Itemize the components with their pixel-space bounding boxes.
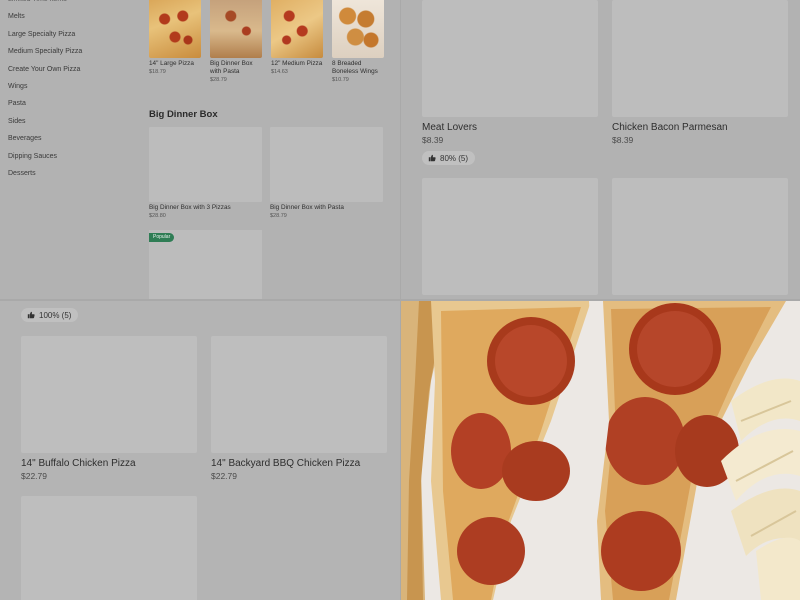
pizza-slices-illustration (401, 301, 800, 600)
menu-item-card[interactable] (422, 178, 598, 295)
zoomed-menu-grid-bottom: 100% (5) 14" Buffalo Chicken Pizza $22.7… (0, 301, 400, 600)
thumbs-up-icon (428, 154, 436, 162)
rating-badge: 80% (5) (422, 151, 476, 165)
pizza-photo (401, 301, 800, 600)
sidebar-item-create-your-own-pizza[interactable]: Create Your Own Pizza (8, 65, 138, 82)
rating-badge-wrapper: 100% (5) (21, 306, 79, 324)
sidebar-item-melts[interactable]: Melts (8, 12, 138, 29)
rating-badge: 100% (5) (21, 308, 79, 322)
rating-text: 100% (5) (39, 310, 72, 320)
item-price: $28.79 (210, 77, 227, 83)
menu-item-card[interactable] (612, 178, 788, 295)
item-photo (210, 0, 262, 58)
item-photo-placeholder (21, 496, 197, 600)
item-photo-placeholder (612, 0, 788, 117)
thumbs-up-icon (27, 311, 35, 319)
menu-item-card[interactable]: Big Dinner Box with 3 Pizzas $28.80 (149, 127, 262, 220)
item-price: $10.79 (332, 77, 349, 83)
menu-overview-panel: Limited Time Items Melts Large Specialty… (0, 0, 400, 299)
menu-item-card[interactable]: Meat Lovers $8.39 80% (5) (422, 0, 598, 167)
featured-item-card[interactable]: 12" Medium Pizza $14.63 (271, 0, 323, 76)
item-photo (149, 0, 201, 58)
item-name: Big Dinner Box with Pasta (210, 60, 253, 75)
item-name: Big Dinner Box with Pasta (270, 204, 344, 211)
item-price: $28.79 (270, 213, 287, 219)
item-price: $18.79 (149, 69, 166, 75)
item-price: $8.39 (422, 135, 444, 145)
item-name: 8 Breaded Boneless Wings (332, 60, 378, 75)
menu-item-card[interactable]: 14" Backyard BBQ Chicken Pizza $22.79 (211, 336, 387, 482)
item-name: 14" Buffalo Chicken Pizza (21, 458, 136, 469)
sidebar-item-wings[interactable]: Wings (8, 82, 138, 99)
item-price: $22.79 (211, 471, 237, 481)
category-sidebar: Limited Time Items Melts Large Specialty… (8, 0, 138, 186)
sidebar-item-pasta[interactable]: Pasta (8, 99, 138, 116)
item-photo-placeholder (612, 178, 788, 295)
sidebar-item-sides[interactable]: Sides (8, 117, 138, 134)
item-photo-placeholder (422, 0, 598, 117)
sidebar-item-large-specialty-pizza[interactable]: Large Specialty Pizza (8, 30, 138, 47)
item-price: $14.63 (271, 69, 288, 75)
sidebar-item-limited-time[interactable]: Limited Time Items (8, 0, 138, 12)
item-photo (332, 0, 384, 58)
sidebar-item-beverages[interactable]: Beverages (8, 134, 138, 151)
item-name: 12" Medium Pizza (271, 60, 323, 67)
sidebar-item-dipping-sauces[interactable]: Dipping Sauces (8, 152, 138, 169)
menu-item-card[interactable]: Chicken Bacon Parmesan $8.39 (612, 0, 788, 146)
item-name: 14" Backyard BBQ Chicken Pizza (211, 458, 361, 469)
item-price: $22.79 (21, 471, 47, 481)
item-photo-placeholder (21, 336, 197, 453)
section-title-big-dinner-box: Big Dinner Box (149, 109, 218, 120)
item-name: Chicken Bacon Parmesan (612, 122, 728, 133)
item-photo (271, 0, 323, 58)
item-photo-placeholder (270, 127, 383, 202)
rating-text: 80% (5) (440, 153, 469, 163)
featured-item-card[interactable]: 8 Breaded Boneless Wings $10.79 (332, 0, 384, 84)
item-photo-placeholder (211, 336, 387, 453)
menu-item-card[interactable]: Big Dinner Box with Pasta $28.79 (270, 127, 383, 220)
sidebar-item-desserts[interactable]: Desserts (8, 169, 138, 186)
item-name: Meat Lovers (422, 122, 478, 133)
popular-badge: Popular (149, 233, 175, 242)
item-name: Big Dinner Box with 3 Pizzas (149, 204, 231, 211)
featured-item-card[interactable]: Big Dinner Box with Pasta $28.79 (210, 0, 262, 84)
menu-item-card[interactable]: Popular (149, 230, 262, 299)
item-price: $28.80 (149, 213, 166, 219)
item-photo-placeholder (149, 127, 262, 202)
zoomed-menu-grid-top: Meat Lovers $8.39 80% (5) Chicken Bacon … (401, 0, 800, 299)
featured-item-card[interactable]: 14" Large Pizza $18.79 (149, 0, 201, 76)
menu-item-card[interactable] (21, 496, 197, 600)
item-name: 14" Large Pizza (149, 60, 194, 67)
menu-item-card[interactable]: 14" Buffalo Chicken Pizza $22.79 (21, 336, 197, 482)
item-photo-placeholder (422, 178, 598, 295)
item-price: $8.39 (612, 135, 634, 145)
sidebar-item-medium-specialty-pizza[interactable]: Medium Specialty Pizza (8, 47, 138, 64)
